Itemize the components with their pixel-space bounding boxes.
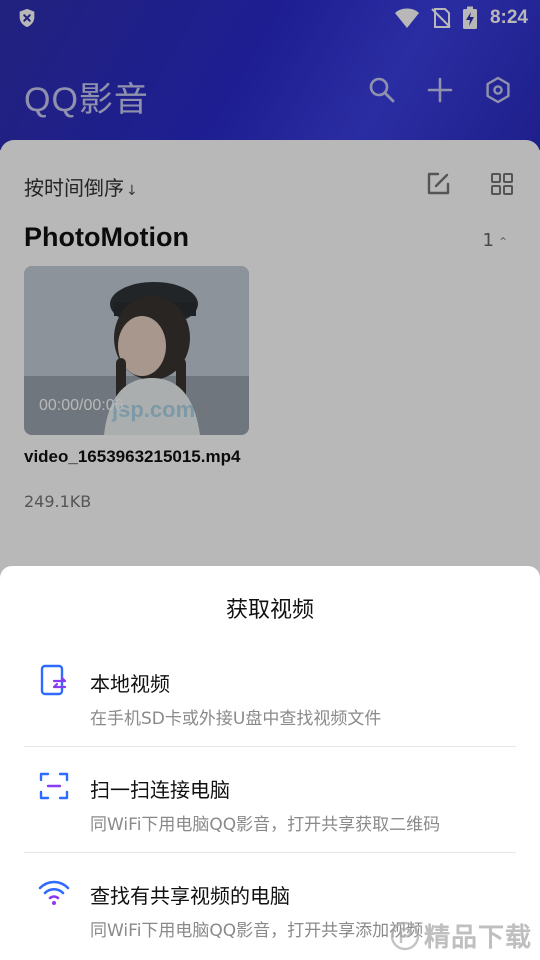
option-local-video[interactable]: 本地视频 在手机SD卡或外接U盘中查找视频文件 bbox=[0, 646, 540, 752]
divider bbox=[24, 852, 516, 853]
option-title: 本地视频 bbox=[90, 672, 170, 696]
screen: 8:24 QQ影音 按时间倒序 ↓ PhotoMotion 1 ⌃ jsp.co… bbox=[0, 0, 540, 960]
local-video-icon bbox=[40, 664, 67, 696]
sheet-title: 获取视频 bbox=[225, 598, 314, 623]
option-scan-connect[interactable]: 扫一扫连接电脑 同WiFi下用电脑QQ影音，打开共享获取二维码 bbox=[0, 752, 540, 858]
wifi-icon bbox=[38, 880, 70, 905]
watermark-text: 精品下载 bbox=[423, 923, 532, 953]
site-watermark: 精品下载 bbox=[390, 917, 532, 954]
scan-icon bbox=[39, 772, 69, 800]
option-subtitle: 在手机SD卡或外接U盘中查找视频文件 bbox=[90, 709, 382, 729]
get-video-sheet: 获取视频 本地视频 在手机SD卡或外接U盘中查找视频文件 扫一扫连接电脑 同Wi… bbox=[0, 566, 540, 960]
divider bbox=[24, 746, 516, 747]
watermark-logo-icon bbox=[390, 921, 420, 950]
option-title: 扫一扫连接电脑 bbox=[90, 778, 230, 802]
option-title: 查找有共享视频的电脑 bbox=[90, 884, 290, 908]
option-subtitle: 同WiFi下用电脑QQ影音，打开共享添加视频 bbox=[90, 921, 424, 941]
option-subtitle: 同WiFi下用电脑QQ影音，打开共享获取二维码 bbox=[90, 815, 441, 835]
